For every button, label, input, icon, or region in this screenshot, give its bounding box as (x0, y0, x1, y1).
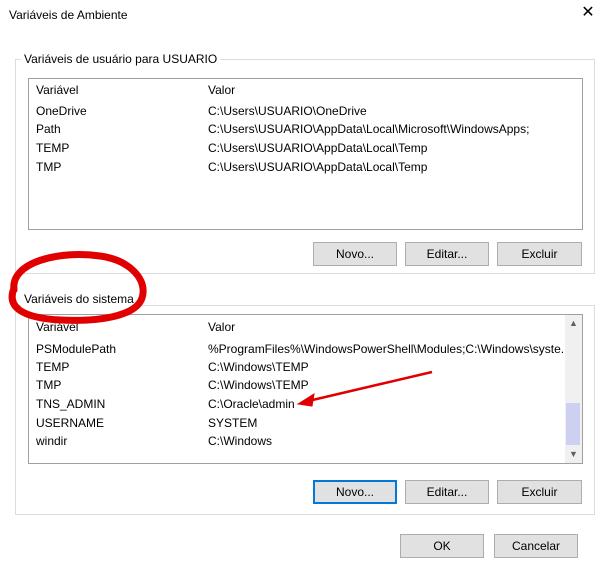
annotation-overlay (8, 251, 433, 407)
red-arrow-line (303, 370, 433, 404)
red-circle-annotation (8, 251, 147, 324)
red-arrow-head (296, 392, 315, 407)
